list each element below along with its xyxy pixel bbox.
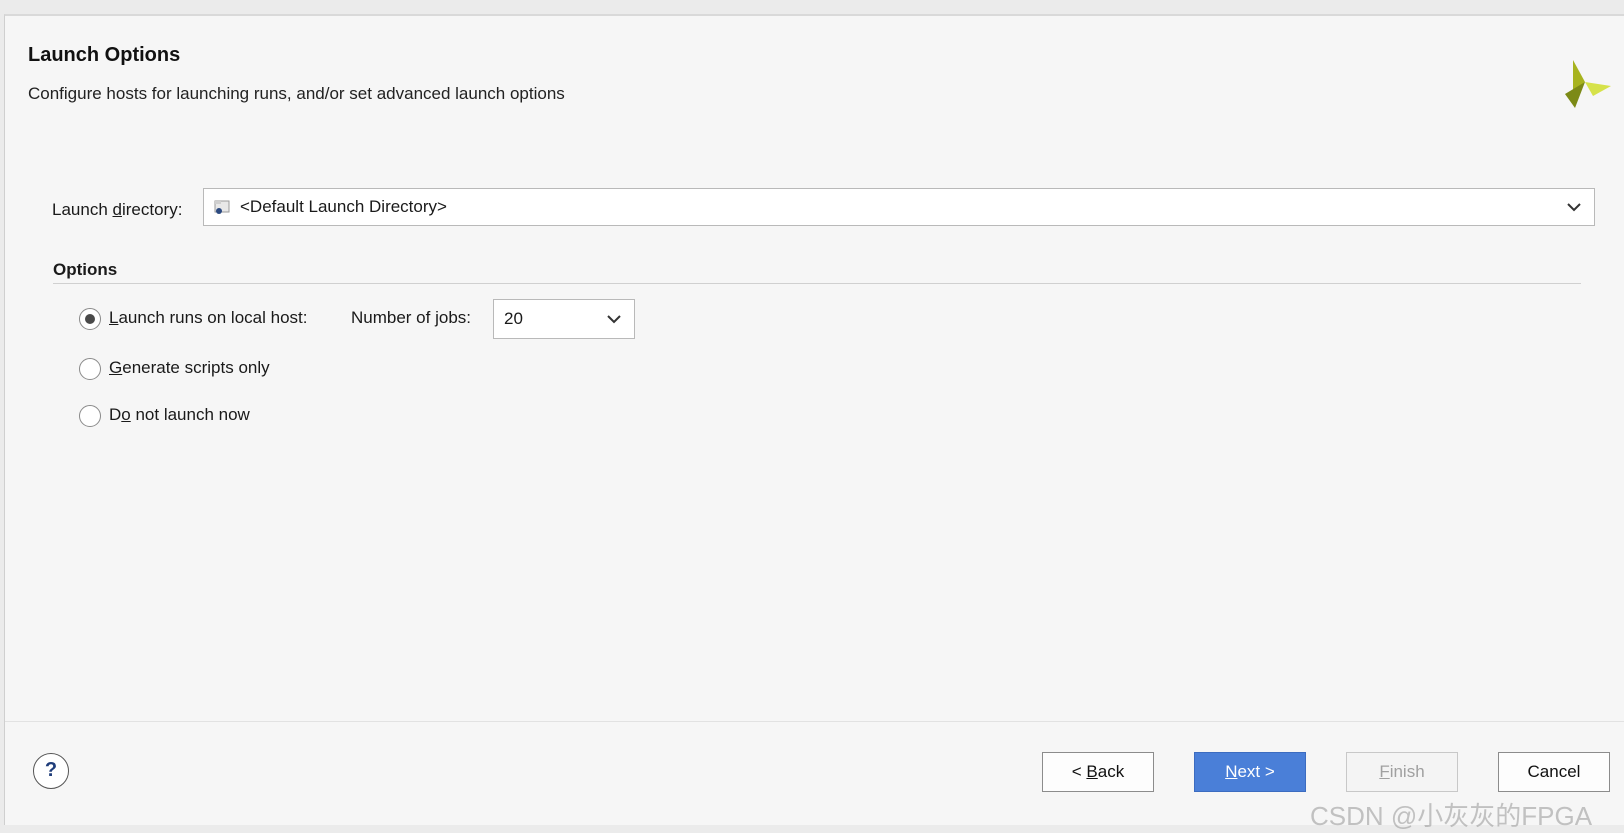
launch-local-label[interactable]: Launch runs on local host: [109,308,307,328]
vivado-logo-icon [1565,60,1611,108]
launch-local-radio[interactable] [79,308,101,330]
options-section-title: Options [53,260,118,279]
finish-button[interactable]: Finish [1346,752,1458,792]
number-of-jobs-value: 20 [504,309,523,328]
generate-scripts-label[interactable]: Generate scripts only [109,358,270,378]
generate-scripts-radio[interactable] [79,358,101,380]
page-description: Configure hosts for launching runs, and/… [28,84,565,103]
back-button[interactable]: < Back [1042,752,1154,792]
launch-directory-value: <Default Launch Directory> [240,197,447,216]
number-of-jobs-label: Number of jobs: [351,308,472,327]
folder-icon [214,200,230,214]
launch-options-dialog: Launch Options Configure hosts for launc… [4,14,1624,831]
chevron-down-icon[interactable] [606,313,622,325]
options-divider [53,283,1581,284]
number-of-jobs-select[interactable]: 20 [493,299,635,339]
launch-directory-label: Launch directory: [52,200,183,219]
launch-directory-combo[interactable]: <Default Launch Directory> [203,188,1595,226]
cancel-button[interactable]: Cancel [1498,752,1610,792]
do-not-launch-radio[interactable] [79,405,101,427]
next-button[interactable]: Next > [1194,752,1306,792]
chevron-down-icon[interactable] [1566,201,1582,213]
watermark: CSDN @小灰灰的FPGA [1310,801,1593,831]
page-title: Launch Options [28,44,181,66]
footer-divider [5,721,1624,722]
do-not-launch-label[interactable]: Do not launch now [109,405,250,425]
help-button[interactable]: ? [33,753,69,789]
